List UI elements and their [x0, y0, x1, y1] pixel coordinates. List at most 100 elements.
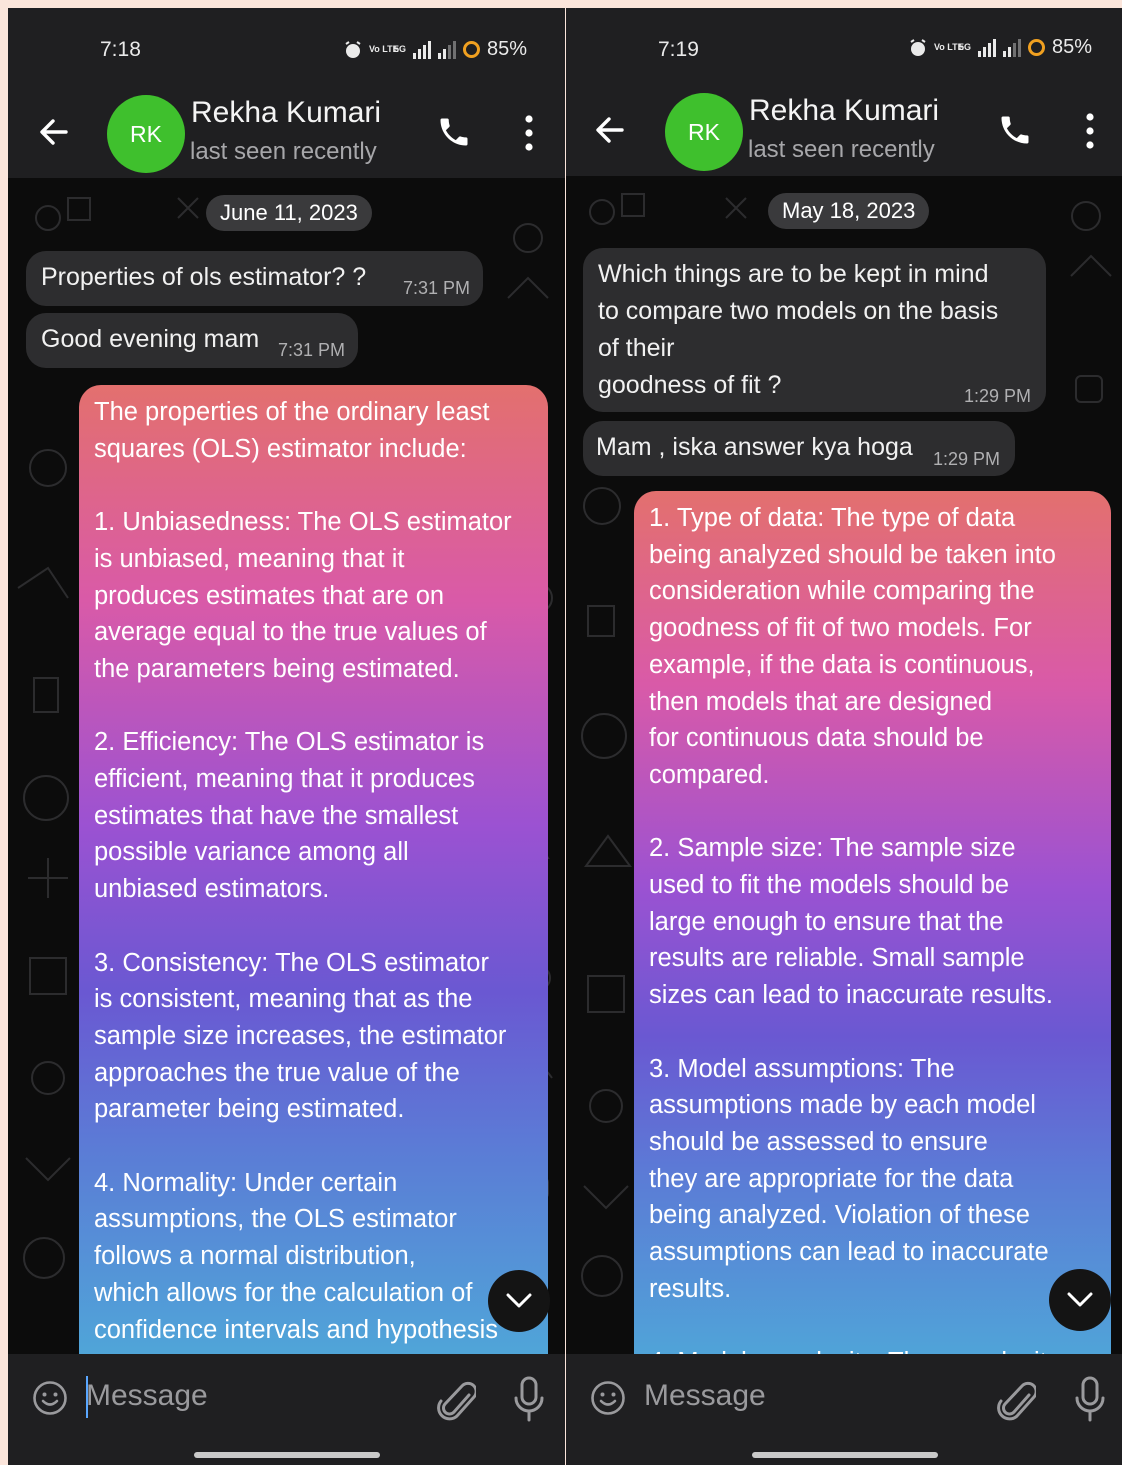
emoji-icon[interactable]	[32, 1380, 68, 1416]
message-time: 7:31 PM	[278, 340, 346, 360]
back-arrow-icon[interactable]	[592, 112, 628, 148]
answer-line: is unbiased, meaning that it	[94, 544, 405, 573]
answer-bubble[interactable]: 1. Type of data: The type of data being a…	[634, 491, 1111, 1354]
back-arrow-icon[interactable]	[36, 114, 72, 150]
message-line: goodness of fit ?	[598, 371, 782, 399]
answer-spacer	[94, 908, 534, 945]
answer-line: average equal to the true values of	[94, 618, 487, 647]
answer-spacer	[649, 1014, 1097, 1051]
volte-label: Vo LTE	[368, 44, 399, 54]
answer-line: being analyzed. Violation of these	[649, 1201, 1030, 1230]
message-composer	[566, 1354, 1122, 1442]
answer-line: possible variance among all	[94, 838, 409, 867]
message-input[interactable]	[644, 1374, 974, 1418]
signal-icon-2	[437, 40, 456, 59]
scroll-down-button[interactable]	[1049, 1269, 1111, 1331]
home-indicator[interactable]	[194, 1452, 380, 1458]
answer-line: 2. Efficiency: The OLS estimator is	[94, 728, 485, 757]
battery-icon	[1027, 39, 1045, 56]
answer-line: is consistent, meaning that as the	[94, 985, 473, 1014]
answer-line: results.	[649, 1274, 732, 1303]
chat-area[interactable]: May 18, 2023 Which things are to be kept…	[566, 176, 1122, 1354]
status-icons: Vo LTE 5G 85%	[909, 36, 1092, 59]
answer-spacer	[649, 1307, 1097, 1344]
answer-spacer	[649, 794, 1097, 831]
answer-line: assumptions can lead to inaccurate	[649, 1238, 1049, 1267]
contact-status: last seen recently	[748, 136, 935, 163]
message-composer	[8, 1354, 565, 1442]
answer-line: 4. Model complexity: The complexity	[649, 1344, 1097, 1354]
message-line: to compare two models on the basis	[598, 297, 999, 325]
mic-icon[interactable]	[513, 1376, 545, 1422]
nav-bar	[566, 1442, 1122, 1465]
answer-line: they are appropriate for the data	[649, 1164, 1014, 1193]
status-bar: 7:18 Vo LTE 5G 85%	[8, 8, 565, 88]
phone-icon[interactable]	[436, 114, 472, 150]
answer-line: 3. Model assumptions: The	[649, 1054, 955, 1083]
chat-header: RK Rekha Kumari last seen recently	[566, 86, 1122, 176]
chat-area[interactable]: June 11, 2023 Properties of ols estimato…	[8, 178, 565, 1354]
message-bubble[interactable]: Properties of ols estimator? ? 7:31 PM	[26, 251, 483, 306]
chevron-down-icon	[1067, 1292, 1093, 1307]
network-label: 5G	[958, 42, 971, 52]
status-bar: 7:19 Vo LTE 5G 85%	[566, 8, 1122, 88]
answer-line: parameter being estimated.	[94, 1095, 405, 1124]
attach-icon[interactable]	[996, 1378, 1036, 1422]
answer-line: 4. Normality: Under certain	[94, 1168, 398, 1197]
message-bubble[interactable]: Good evening mam 7:31 PM	[26, 313, 358, 368]
message-time: 7:31 PM	[403, 278, 471, 298]
volte-label: Vo LTE	[933, 42, 964, 52]
emoji-icon[interactable]	[590, 1380, 626, 1416]
date-chip: June 11, 2023	[206, 195, 372, 231]
phone-icon[interactable]	[997, 112, 1033, 148]
answer-line: goodness of fit of two models. For	[649, 614, 1032, 643]
message-bubble[interactable]: Which things are to be kept in mind to c…	[583, 248, 1046, 412]
answer-line: then models that are designed	[649, 687, 993, 716]
battery-level: 85%	[1051, 36, 1092, 58]
answer-line: which allows for the calculation of	[94, 1278, 473, 1307]
signal-icon-2	[1002, 38, 1021, 57]
scroll-down-button[interactable]	[488, 1270, 550, 1332]
message-text: Properties of ols estimator? ?	[41, 263, 367, 291]
left-phone-screen: 7:18 Vo LTE 5G 85% RK Rekha Kumari last …	[8, 8, 565, 1465]
answer-line: unbiased estimators.	[94, 875, 330, 904]
answer-line: assumptions made by each model	[649, 1091, 1036, 1120]
more-vert-icon[interactable]	[523, 113, 535, 153]
message-line: of their	[598, 334, 675, 362]
answer-bubble[interactable]: The properties of the ordinary least squa…	[79, 385, 548, 1354]
message-time: 1:29 PM	[964, 386, 1032, 406]
answer-line: should be assessed to ensure	[649, 1127, 988, 1156]
status-time: 7:18	[100, 38, 141, 61]
answer-line: compared.	[649, 760, 770, 789]
answer-line: efficient, meaning that it produces	[94, 765, 475, 793]
answer-line: The properties of the ordinary least	[94, 398, 490, 426]
right-phone-screen: 7:19 Vo LTE 5G 85% RK Rekha Kumari last …	[566, 8, 1122, 1465]
answer-line: 1. Unbiasedness: The OLS estimator	[94, 508, 512, 537]
contact-name[interactable]: Rekha Kumari	[749, 94, 939, 128]
answer-line: the parameters being estimated.	[94, 654, 460, 683]
answer-line: estimates that have the smallest	[94, 801, 459, 830]
answer-line: approaches the true value of the	[94, 1058, 460, 1087]
message-input[interactable]	[86, 1374, 416, 1418]
contact-status: last seen recently	[190, 138, 377, 165]
date-chip: May 18, 2023	[768, 193, 930, 229]
answer-line: confidence intervals and hypothesis	[94, 1315, 499, 1344]
more-vert-icon[interactable]	[1084, 111, 1096, 151]
alarm-icon	[345, 40, 361, 58]
signal-icon	[977, 38, 996, 57]
home-indicator[interactable]	[752, 1452, 938, 1458]
answer-line: large enough to ensure that the	[649, 907, 1004, 936]
message-time: 1:29 PM	[933, 449, 1001, 469]
message-line: Which things are to be kept in mind	[598, 260, 989, 288]
avatar[interactable]: RK	[665, 93, 743, 171]
answer-line: 3. Consistency: The OLS estimator	[94, 948, 489, 977]
answer-line: example, if the data is continuous,	[649, 650, 1035, 679]
message-bubble[interactable]: Mam , iska answer kya hoga 1:29 PM	[583, 421, 1015, 476]
network-label: 5G	[393, 44, 406, 54]
mic-icon[interactable]	[1074, 1376, 1106, 1422]
avatar[interactable]: RK	[107, 95, 185, 173]
battery-level: 85%	[486, 38, 527, 60]
attach-icon[interactable]	[436, 1378, 476, 1422]
contact-name[interactable]: Rekha Kumari	[191, 96, 381, 130]
answer-spacer	[94, 1128, 534, 1165]
